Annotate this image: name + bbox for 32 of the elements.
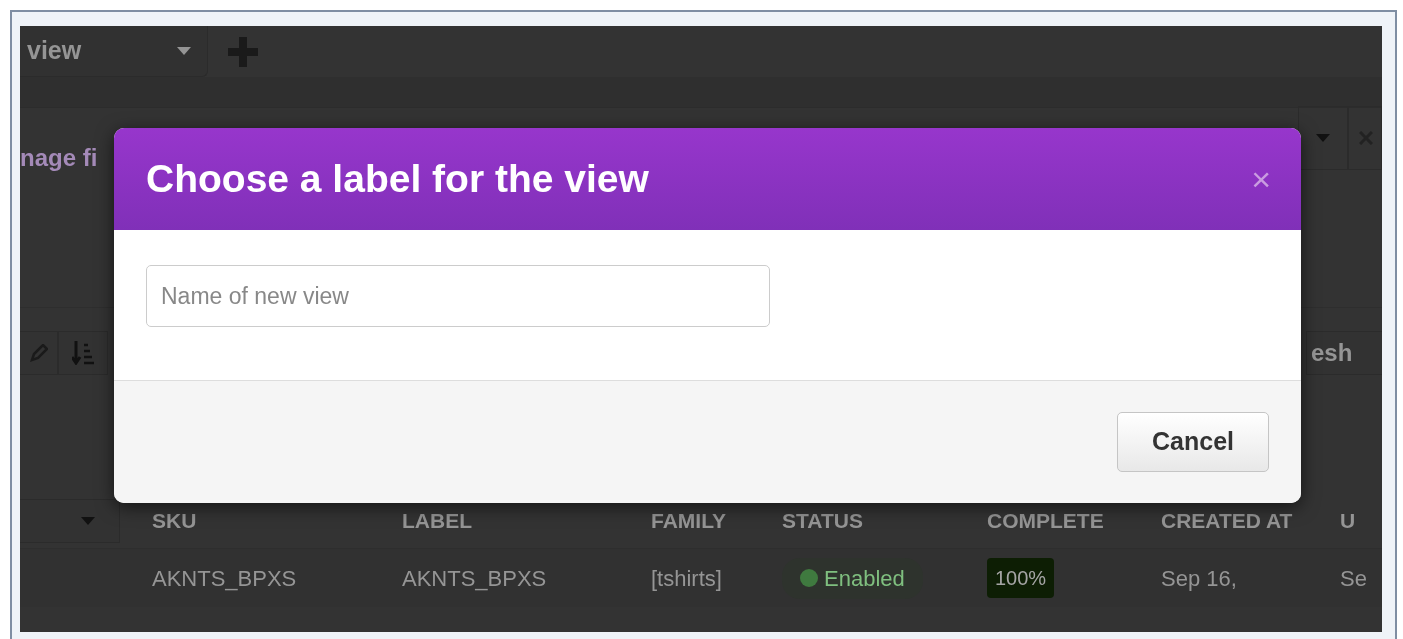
column-header[interactable]: SKU [152, 505, 402, 537]
table-cell-text: [tshirts] [651, 564, 723, 593]
column-header[interactable]: CREATED AT [1161, 505, 1340, 537]
view-select[interactable]: view [20, 26, 208, 77]
column-header[interactable]: STATUS [782, 505, 987, 537]
caret-icon [1316, 134, 1330, 142]
table-cell-text: Se [1340, 564, 1368, 593]
name-input[interactable]: Name of new view [146, 265, 770, 327]
completeness-badge: 100% [987, 558, 1055, 598]
close-button[interactable]: × [1251, 162, 1271, 196]
edit-button[interactable] [20, 331, 58, 375]
table-cell-text: Sep 16, [1161, 564, 1238, 593]
column-header[interactable]: COMPLETE [987, 505, 1161, 537]
column-header[interactable]: LABEL [402, 505, 651, 537]
dropdown-button[interactable] [20, 499, 120, 543]
column-header[interactable]: U [1340, 505, 1382, 537]
remove-button[interactable] [1348, 106, 1382, 170]
table-cell-text: AKNTS_BPXS [402, 564, 548, 593]
modal-title: Choose a label for the view [146, 155, 649, 202]
cancel-button[interactable]: Cancel [1117, 412, 1269, 472]
caret-icon [81, 517, 95, 525]
plus-icon[interactable] [228, 36, 258, 67]
refresh-button[interactable]: esh [1306, 331, 1382, 375]
caret-icon [177, 47, 191, 55]
filter-link[interactable]: nage fi [20, 140, 98, 176]
status-text: Enabled [824, 564, 905, 593]
sort-button[interactable] [58, 331, 108, 375]
status-dot [800, 569, 818, 587]
sort-icon [72, 341, 94, 365]
column-header[interactable]: FAMILY [651, 505, 782, 537]
pencil-icon [29, 344, 48, 362]
table-cell-text: AKNTS_BPXS [152, 564, 298, 593]
